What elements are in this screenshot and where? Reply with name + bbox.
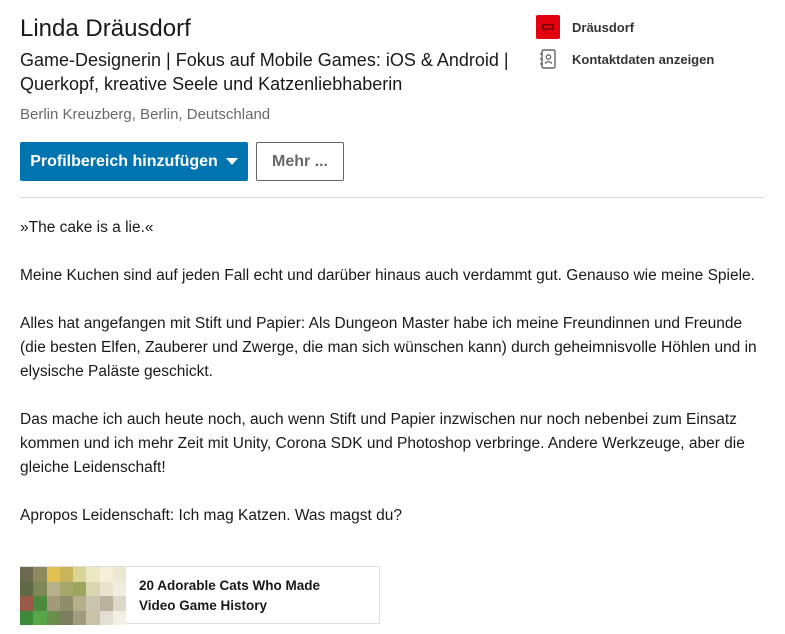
- company-logo-icon: [536, 15, 560, 39]
- thumbnail-pixel: [112, 596, 126, 611]
- thumbnail-pixel: [73, 596, 87, 611]
- thumbnail-pixel: [99, 581, 113, 596]
- thumbnail-pixel: [73, 581, 87, 596]
- thumbnail-pixel: [20, 567, 34, 582]
- contact-info-link[interactable]: Kontaktdaten anzeigen: [536, 46, 764, 72]
- profile-actions: Profilbereich hinzufügen Mehr ...: [20, 142, 344, 181]
- company-link[interactable]: Dräusdorf: [536, 14, 764, 40]
- thumbnail-pixel: [112, 581, 126, 596]
- summary-paragraph: Apropos Leidenschaft: Ich mag Katzen. Wa…: [20, 507, 402, 524]
- thumbnail-pixel: [46, 581, 60, 596]
- add-profile-section-label: Profilbereich hinzufügen: [30, 152, 218, 170]
- thumbnail-pixel: [86, 581, 100, 596]
- profile-header: Linda Dräusdorf Game-Designerin | Fokus …: [20, 14, 764, 123]
- thumbnail-pixel: [86, 596, 100, 611]
- more-button[interactable]: Mehr ...: [256, 142, 344, 181]
- thumbnail-pixel: [20, 596, 34, 611]
- add-profile-section-button[interactable]: Profilbereich hinzufügen: [20, 142, 248, 181]
- thumbnail-pixel: [73, 610, 87, 625]
- summary-paragraph: »The cake is a lie.«: [20, 219, 154, 236]
- summary-paragraph: Das mache ich auch heute noch, auch wenn…: [20, 411, 745, 476]
- thumbnail-pixel: [20, 581, 34, 596]
- contact-card-icon: [536, 47, 560, 71]
- thumbnail-pixel: [46, 610, 60, 625]
- thumbnail-pixel: [59, 567, 73, 582]
- thumbnail-pixel: [99, 596, 113, 611]
- thumbnail-pixel: [112, 610, 126, 625]
- summary-paragraph: Meine Kuchen sind auf jeden Fall echt un…: [20, 267, 755, 284]
- caret-down-icon: [225, 158, 238, 165]
- thumbnail-pixel: [112, 567, 126, 582]
- thumbnail-pixel: [33, 610, 47, 625]
- contact-info-label[interactable]: Kontaktdaten anzeigen: [572, 52, 714, 67]
- thumbnail-pixel: [59, 596, 73, 611]
- thumbnail-pixel: [99, 567, 113, 582]
- thumbnail-pixel: [99, 610, 113, 625]
- media-attachment-card[interactable]: 20 Adorable Cats Who Made Video Game His…: [20, 566, 380, 625]
- thumbnail-pixel: [46, 567, 60, 582]
- company-name[interactable]: Dräusdorf: [572, 20, 634, 35]
- thumbnail-pixel: [73, 567, 87, 582]
- thumbnail-pixel: [86, 610, 100, 625]
- summary-paragraph: Alles hat angefangen mit Stift und Papie…: [20, 315, 757, 380]
- thumbnail-pixel: [33, 596, 47, 611]
- profile-sidebar: Dräusdorf Kontaktdaten anzeigen: [536, 14, 764, 78]
- media-title[interactable]: 20 Adorable Cats Who Made Video Game His…: [126, 567, 339, 623]
- thumbnail-pixel: [59, 610, 73, 625]
- profile-summary: »The cake is a lie.« Meine Kuchen sind a…: [20, 216, 764, 552]
- section-divider: [20, 197, 764, 198]
- thumbnail-pixel: [33, 581, 47, 596]
- profile-headline: Game-Designerin | Fokus auf Mobile Games…: [20, 50, 509, 94]
- thumbnail-pixel: [33, 567, 47, 582]
- thumbnail-pixel: [86, 567, 100, 582]
- profile-location: Berlin Kreuzberg, Berlin, Deutschland: [20, 106, 271, 123]
- thumbnail-pixel: [59, 581, 73, 596]
- media-thumbnail[interactable]: [20, 567, 126, 625]
- thumbnail-pixel: [20, 610, 34, 625]
- thumbnail-pixel: [46, 596, 60, 611]
